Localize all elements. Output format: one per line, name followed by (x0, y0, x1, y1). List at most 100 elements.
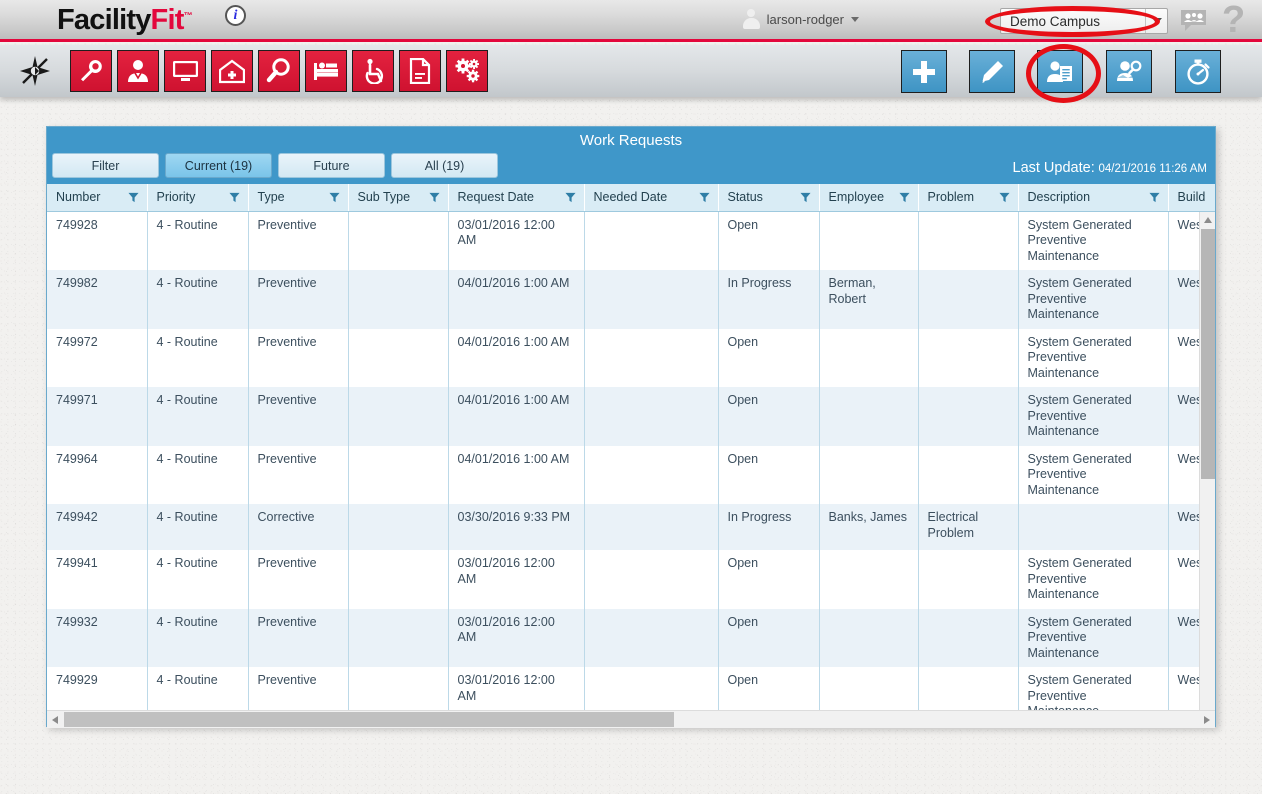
edit-button[interactable] (969, 50, 1015, 93)
cell-needed_date (584, 550, 719, 609)
column-header-description[interactable]: Description (1018, 184, 1169, 212)
toolbar-button-settings[interactable] (446, 50, 488, 92)
column-header-problem[interactable]: Problem (918, 184, 1019, 212)
toolbar-button-beds[interactable] (305, 50, 347, 92)
cell-number: 749964 (47, 445, 148, 504)
compass-icon[interactable] (18, 54, 52, 88)
column-header-type[interactable]: Type (248, 184, 349, 212)
column-header-build[interactable]: Build (1168, 184, 1215, 212)
table-row[interactable]: 749964 4 - Routine Preventive 04/01/2016 1:… (47, 445, 1215, 504)
horizontal-scroll-thumb[interactable] (64, 712, 674, 727)
cell-number: 749982 (47, 270, 148, 329)
scroll-left-arrow-icon[interactable] (47, 711, 63, 728)
timer-button[interactable] (1175, 50, 1221, 93)
column-header-number[interactable]: Number (47, 184, 148, 212)
cell-employee (819, 445, 919, 504)
cell-request_date: 03/01/2016 12:00 AM (448, 550, 585, 609)
cell-status: In Progress (718, 270, 820, 329)
filter-funnel-icon[interactable] (998, 192, 1010, 203)
toolbar-button-facility[interactable] (211, 50, 253, 92)
filter-funnel-icon[interactable] (564, 192, 576, 203)
campus-select[interactable]: Demo Campus (1000, 8, 1168, 34)
toolbar-button-monitor[interactable] (164, 50, 206, 92)
toolbar-button-technician[interactable] (117, 50, 159, 92)
cell-description (1018, 504, 1169, 550)
magnifier-icon (266, 58, 292, 84)
filter-funnel-icon[interactable] (799, 192, 811, 203)
table-row[interactable]: 749942 4 - Routine Corrective 03/30/2016 9:… (47, 504, 1215, 550)
person-search-icon (1115, 59, 1143, 84)
cell-needed_date (584, 270, 719, 329)
tab-current[interactable]: Current (19) (165, 153, 272, 178)
table-row[interactable]: 749941 4 - Routine Preventive 03/01/2016 12… (47, 550, 1215, 609)
tab-filter[interactable]: Filter (52, 153, 159, 178)
table-row[interactable]: 749971 4 - Routine Preventive 04/01/2016 1:… (47, 387, 1215, 446)
document-icon (409, 58, 431, 84)
grid-header-row: Number Priority Type Sub Type Request Date Ne… (47, 184, 1215, 212)
work-requests-panel: Work Requests Filter Current (19) Future… (46, 126, 1216, 728)
column-header-status[interactable]: Status (718, 184, 820, 212)
table-row[interactable]: 749982 4 - Routine Preventive 04/01/2016 1:… (47, 270, 1215, 329)
cell-type: Preventive (248, 608, 349, 667)
cell-request_date: 03/30/2016 9:33 PM (448, 504, 585, 550)
horizontal-scrollbar[interactable] (47, 710, 1215, 728)
info-icon[interactable]: i (225, 5, 246, 26)
vertical-scroll-thumb[interactable] (1201, 229, 1215, 479)
hospital-home-icon (219, 59, 245, 84)
cell-employee (819, 211, 919, 270)
chat-group-icon[interactable] (1180, 9, 1207, 32)
vertical-scrollbar[interactable] (1199, 212, 1215, 728)
cell-employee (819, 608, 919, 667)
filter-funnel-icon[interactable] (328, 192, 340, 203)
help-icon[interactable]: ? (1222, 0, 1245, 42)
cell-problem (918, 387, 1019, 446)
work-request-detail-button[interactable] (1037, 50, 1083, 93)
chevron-down-icon (851, 16, 859, 22)
chevron-down-icon[interactable] (1145, 9, 1167, 33)
column-header-request-date[interactable]: Request Date (448, 184, 585, 212)
cell-sub_type (348, 270, 449, 329)
cell-employee: Banks, James (819, 504, 919, 550)
assign-button[interactable] (1106, 50, 1152, 93)
filter-funnel-icon[interactable] (127, 192, 139, 203)
cell-needed_date (584, 504, 719, 550)
toolbar-button-search[interactable] (258, 50, 300, 92)
table-row[interactable]: 749932 4 - Routine Preventive 03/01/2016 12… (47, 608, 1215, 667)
cell-priority: 4 - Routine (147, 550, 249, 609)
column-header-label: Priority (156, 190, 196, 205)
filter-funnel-icon[interactable] (898, 192, 910, 203)
cell-problem (918, 270, 1019, 329)
filter-funnel-icon[interactable] (698, 192, 710, 203)
tab-future[interactable]: Future (278, 153, 385, 178)
cell-description: System Generated Preventive Maintenance (1018, 328, 1169, 387)
toolbar-button-reports[interactable] (399, 50, 441, 92)
cell-description: System Generated Preventive Maintenance (1018, 445, 1169, 504)
add-button[interactable] (901, 50, 947, 93)
last-update-value: 04/21/2016 11:26 AM (1098, 163, 1208, 175)
cell-type: Preventive (248, 445, 349, 504)
cell-sub_type (348, 504, 449, 550)
cell-employee (819, 328, 919, 387)
logo-text-facility: Facility (57, 4, 151, 36)
column-header-employee[interactable]: Employee (819, 184, 919, 212)
scroll-up-arrow-icon[interactable] (1200, 212, 1215, 228)
scroll-right-arrow-icon[interactable] (1199, 711, 1215, 728)
toolbar-button-wrench[interactable] (70, 50, 112, 92)
cell-status: Open (718, 608, 820, 667)
filter-funnel-icon[interactable] (228, 192, 240, 203)
column-header-priority[interactable]: Priority (147, 184, 249, 212)
cell-needed_date (584, 608, 719, 667)
table-row[interactable]: 749972 4 - Routine Preventive 04/01/2016 1:… (47, 328, 1215, 387)
column-header-label: Build (1177, 190, 1206, 205)
column-header-sub-type[interactable]: Sub Type (348, 184, 449, 212)
cell-needed_date (584, 211, 719, 270)
user-menu[interactable]: larson-rodger (742, 8, 859, 30)
page-title: Work Requests (579, 132, 683, 149)
table-row[interactable]: 749928 4 - Routine Preventive 03/01/2016 12… (47, 211, 1215, 270)
cell-problem (918, 445, 1019, 504)
tab-all[interactable]: All (19) (391, 153, 498, 178)
filter-funnel-icon[interactable] (428, 192, 440, 203)
toolbar-button-accessibility[interactable] (352, 50, 394, 92)
filter-funnel-icon[interactable] (1148, 192, 1160, 203)
column-header-needed-date[interactable]: Needed Date (584, 184, 719, 212)
